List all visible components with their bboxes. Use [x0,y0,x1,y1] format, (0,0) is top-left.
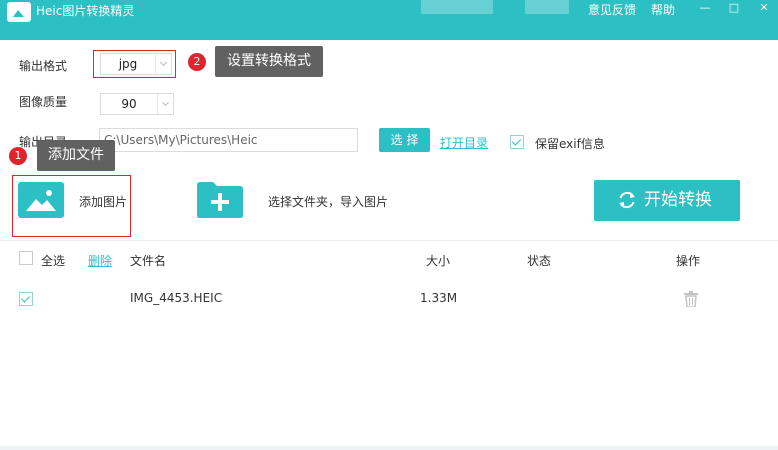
highlight-format [93,50,176,78]
step-1-tooltip: 添加文件 [37,140,115,171]
step-2-badge: 2 [188,53,206,71]
column-header-size: 大小 [426,254,451,268]
quality-label: 图像质量 [19,95,68,109]
minimize-icon[interactable]: — [697,1,713,15]
keep-exif-label: 保留exif信息 [535,137,605,151]
add-image-label[interactable]: 添加图片 [79,193,127,210]
status-bar [0,446,778,450]
redacted-area [421,0,493,14]
divider [0,240,778,241]
feedback-link[interactable]: 意见反馈 [588,2,636,18]
output-dir-input[interactable]: C:\Users\My\Pictures\Heic [99,128,358,152]
row-size: 1.33M [420,291,458,305]
quality-select[interactable]: 90 [100,93,174,115]
add-folder-label[interactable]: 选择文件夹，导入图片 [268,193,388,210]
redacted-area [525,0,569,14]
start-convert-label: 开始转换 [644,190,712,210]
help-link[interactable]: 帮助 [651,2,675,18]
format-label: 输出格式 [19,59,68,73]
app-logo-icon [7,2,31,22]
chevron-down-icon [157,94,173,114]
step-2-tooltip: 设置转换格式 [215,46,323,77]
refresh-icon [619,192,635,208]
open-dir-link[interactable]: 打开目录 [440,134,488,151]
folder-plus-icon [197,182,243,218]
row-checkbox[interactable] [19,292,33,306]
quality-select-value: 90 [121,97,137,111]
close-icon[interactable]: ✕ [756,1,772,15]
column-header-action: 操作 [676,254,701,268]
app-title: Heic图片转换精灵 [36,4,135,18]
title-bar: Heic图片转换精灵 意见反馈 帮助 — □ ✕ [0,0,778,40]
step-1-badge: 1 [9,147,27,165]
row-filename: IMG_4453.HEIC [130,291,223,305]
image-icon [18,182,64,218]
column-header-status: 状态 [527,254,552,268]
start-convert-button[interactable]: 开始转换 [594,180,740,221]
column-header-filename: 文件名 [130,254,167,268]
select-all-checkbox[interactable] [19,251,33,265]
trash-icon[interactable] [684,291,698,308]
add-folder-button[interactable] [197,181,243,219]
maximize-icon[interactable]: □ [726,1,742,15]
choose-dir-button[interactable]: 选 择 [379,128,430,152]
keep-exif-checkbox[interactable] [510,135,524,149]
select-all-label: 全选 [41,254,66,268]
delete-link[interactable]: 删除 [88,252,112,269]
add-image-button[interactable] [18,182,64,218]
